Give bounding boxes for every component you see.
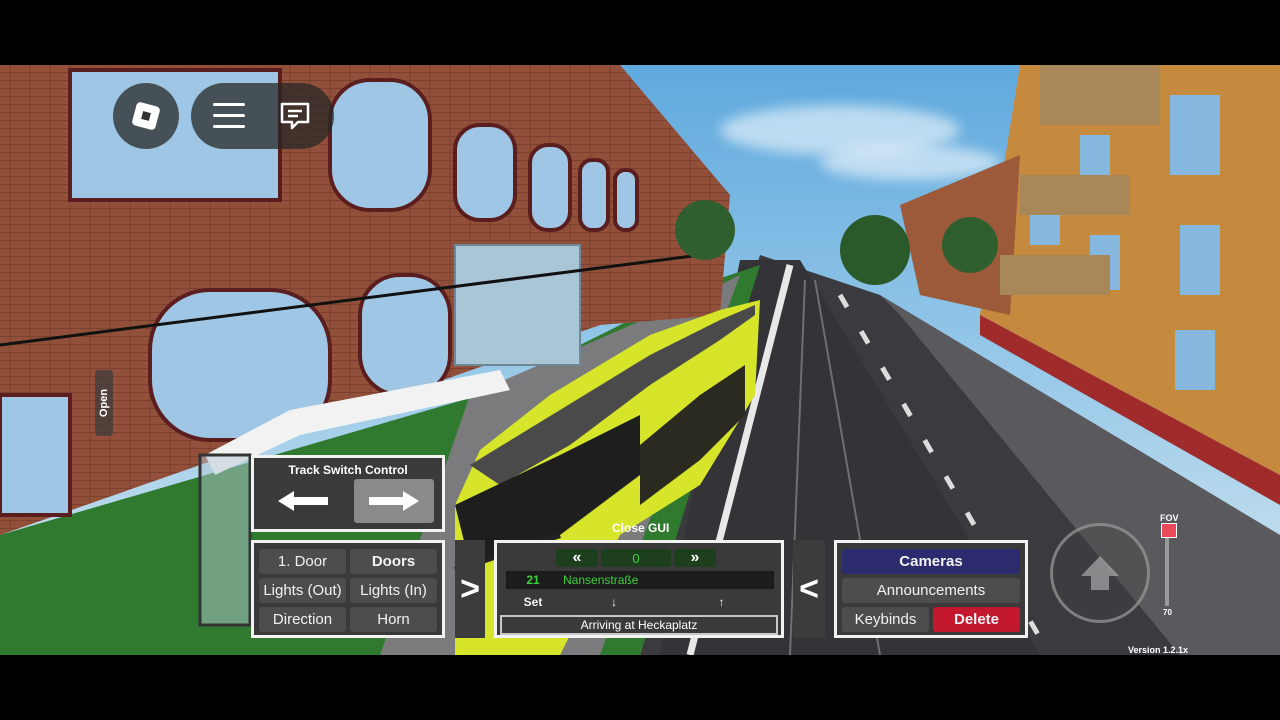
horn-button[interactable]: Horn [350, 607, 437, 632]
expand-right-button[interactable]: < [793, 540, 825, 638]
set-button[interactable]: Set [506, 592, 560, 611]
prev-destination-button[interactable]: « [556, 549, 598, 567]
lights-out-button[interactable]: Lights (Out) [259, 578, 346, 603]
fov-value: 70 [1163, 608, 1172, 617]
fov-slider-handle[interactable] [1161, 523, 1177, 538]
status-bar: Arriving at Heckaplatz [500, 615, 778, 635]
controls-panel: 1. Door Doors Lights (Out) Lights (In) D… [251, 540, 445, 638]
destination-index: 0 [601, 549, 671, 567]
track-switch-panel: Track Switch Control [251, 455, 445, 532]
announcements-button[interactable]: Announcements [842, 578, 1020, 603]
destination-index-value: 0 [632, 550, 640, 566]
doors-button[interactable]: Doors [350, 549, 437, 574]
arrow-left-icon [278, 491, 328, 511]
hamburger-icon[interactable] [213, 103, 245, 129]
scroll-up-button[interactable]: ↑ [669, 592, 774, 611]
switch-right-button[interactable] [354, 479, 434, 523]
roblox-logo-icon [131, 101, 161, 131]
roblox-topbar [191, 83, 334, 149]
stop-name: Nansenstraße [563, 573, 639, 587]
arrow-right-icon [369, 491, 419, 511]
cameras-button[interactable]: Cameras [842, 549, 1020, 574]
lights-in-button[interactable]: Lights (In) [350, 578, 437, 603]
close-gui-button[interactable]: Close GUI [612, 521, 669, 535]
expand-left-button[interactable]: > [455, 540, 485, 638]
stop-name-box: Nansenstraße [560, 571, 774, 589]
fov-label: FOV [1160, 513, 1179, 523]
fov-slider-track[interactable] [1165, 528, 1169, 606]
switch-left-button[interactable] [264, 479, 342, 523]
line-number-box: 21 [506, 571, 560, 589]
next-destination-button[interactable]: » [674, 549, 716, 567]
door-1-button[interactable]: 1. Door [259, 549, 346, 574]
delete-button[interactable]: Delete [933, 607, 1020, 632]
scroll-down-button[interactable]: ↓ [563, 592, 665, 611]
open-label: Open [98, 388, 110, 418]
line-number: 21 [526, 573, 540, 587]
jump-arrow-icon [1081, 556, 1119, 590]
roblox-menu-button[interactable] [113, 83, 179, 149]
chat-icon[interactable] [279, 101, 311, 131]
open-side-tab[interactable]: Open [95, 370, 113, 436]
menu-panel: Cameras Announcements Keybinds Delete [834, 540, 1028, 638]
destination-panel: « 0 » 21 Nansenstraße Set ↓ ↑ Arriving a… [494, 540, 784, 638]
keybinds-button[interactable]: Keybinds [842, 607, 929, 632]
direction-button[interactable]: Direction [259, 607, 346, 632]
jump-button[interactable] [1050, 523, 1150, 623]
status-text: Arriving at Heckaplatz [580, 618, 698, 632]
track-switch-title: Track Switch Control [288, 463, 408, 477]
version-label: Version 1.2.1x [1128, 645, 1189, 655]
